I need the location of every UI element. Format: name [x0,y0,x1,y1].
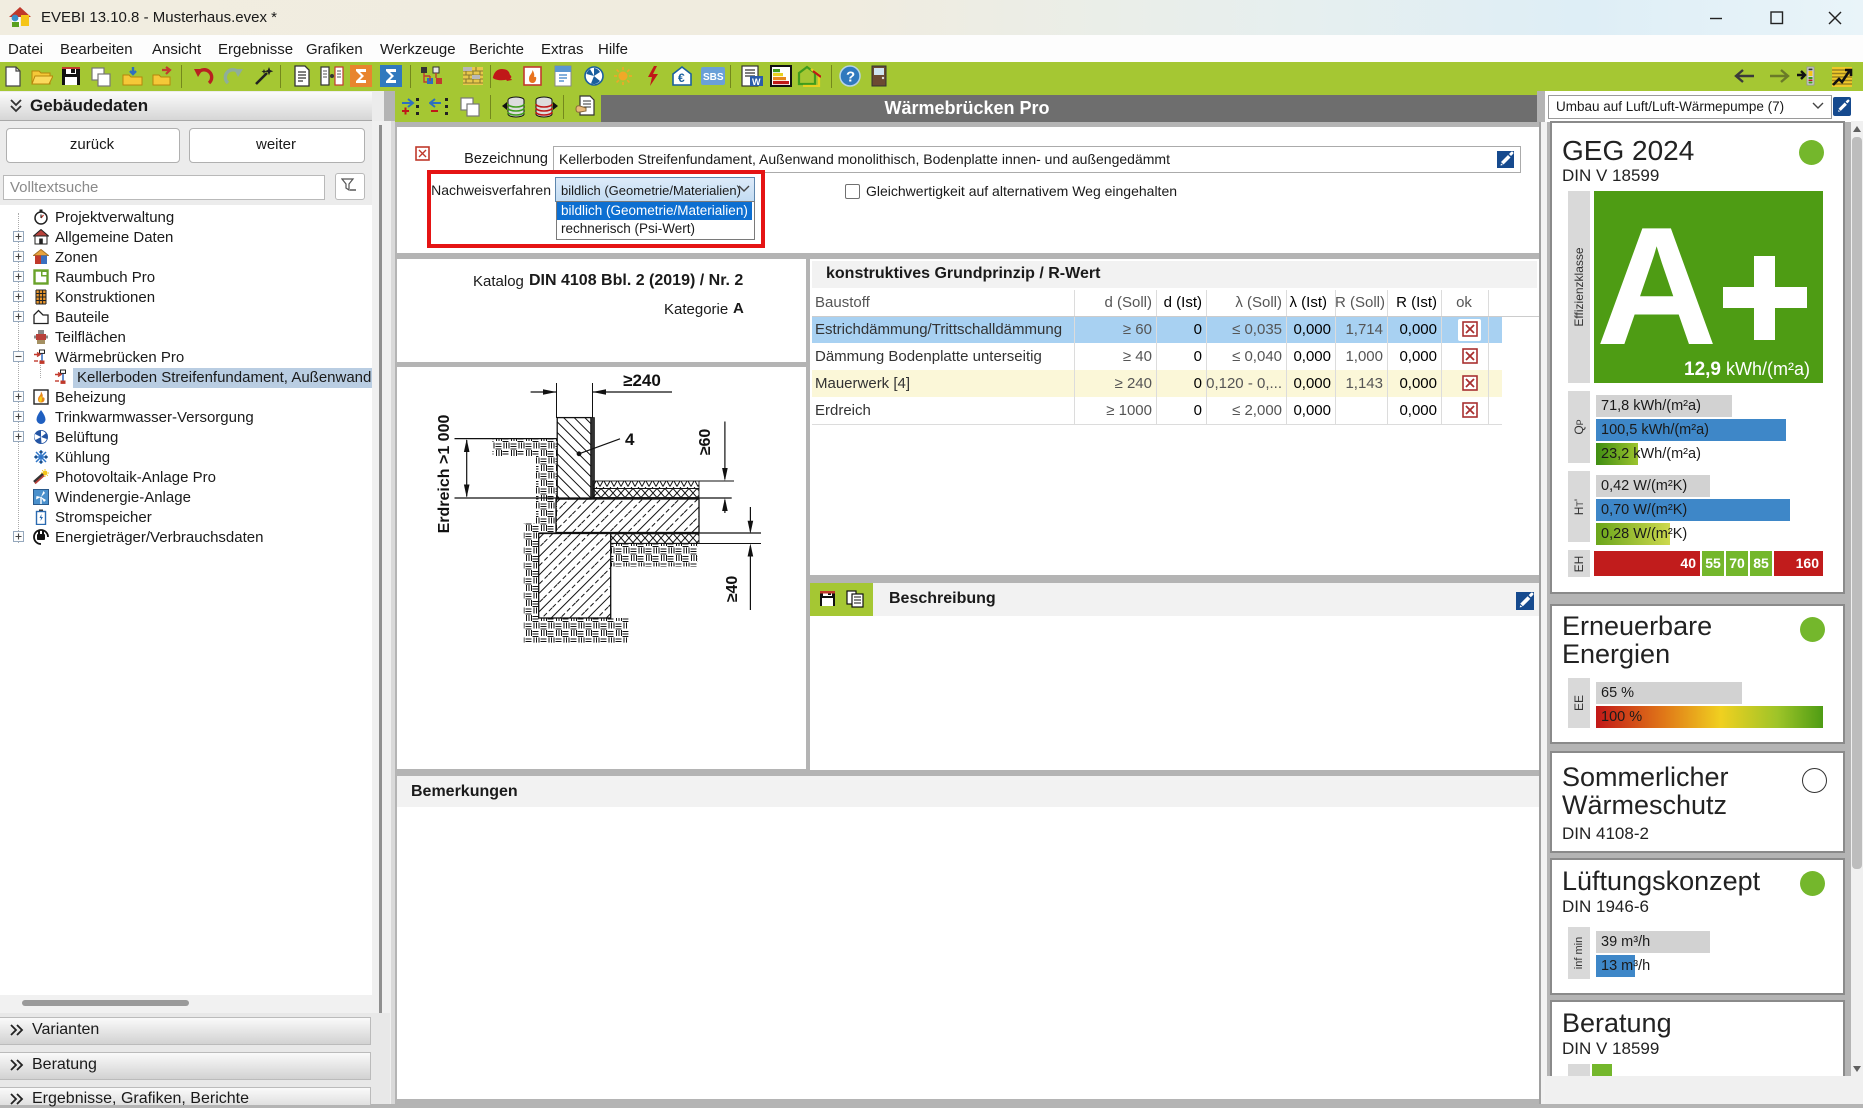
svg-text:≥240: ≥240 [623,371,661,390]
svg-text:W: W [752,77,761,87]
svg-text:4: 4 [625,430,635,449]
svg-text:A: A [1596,192,1717,380]
svg-text:?: ? [846,69,855,86]
svg-text:SBS: SBS [703,72,724,83]
svg-text:≥40: ≥40 [724,576,741,603]
svg-text:€: € [678,71,685,85]
svg-text:≥60: ≥60 [697,429,714,456]
svg-text:Erdreich >1 000: Erdreich >1 000 [436,415,453,534]
